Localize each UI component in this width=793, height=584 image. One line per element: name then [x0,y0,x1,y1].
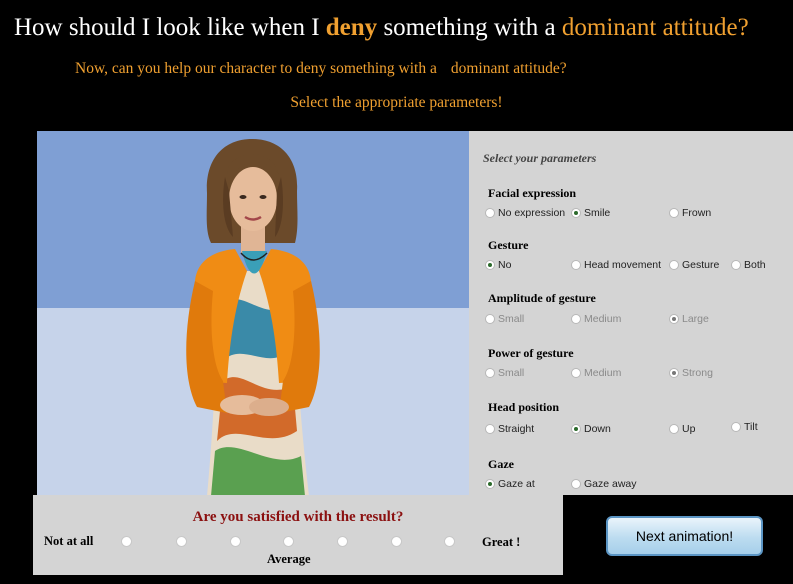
parameters-heading: Select your parameters [483,151,597,165]
radio-head-up[interactable]: Up [669,423,695,435]
title-mid: something with a [383,14,556,41]
radio-circle [731,260,741,270]
radio-amplitude-large[interactable]: Large [669,313,709,325]
radio-circle [669,314,679,324]
radio-label: Tilt [744,421,758,433]
character-viewport [37,131,469,496]
group-title-gesture: Gesture [488,238,529,252]
radio-label: Small [498,313,525,325]
radio-label: Down [584,423,611,435]
radio-label: Smile [584,207,611,219]
radio-circle [571,368,581,378]
radio-label: Straight [498,423,535,435]
radio-circle [571,208,581,218]
scale-mid-label: Average [267,552,311,566]
radio-circle [669,424,679,434]
radio-circle [731,422,741,432]
radio-label: Medium [584,313,622,325]
radio-circle [571,314,581,324]
scale-radio-6[interactable] [391,536,402,547]
subtitle-part2: dominant attitude? [450,60,567,77]
radio-circle [571,260,581,270]
radio-label: Frown [682,207,712,219]
radio-label: Medium [584,367,622,379]
scale-low-label: Not at all [44,534,94,548]
radio-label: Up [682,423,696,435]
radio-facial-frown[interactable]: Frown [669,207,711,219]
scale-radio-4[interactable] [283,536,294,547]
radio-circle [485,368,495,378]
title-prefix: How should I look like when I [14,14,320,41]
subtitle: Now, can you help our character to deny … [75,60,567,78]
radio-circle [669,368,679,378]
radio-gesture-both[interactable]: Both [731,259,766,271]
radio-circle [669,260,679,270]
scale-radio-7[interactable] [444,536,455,547]
radio-circle [485,208,495,218]
radio-gesture-gesture[interactable]: Gesture [669,259,719,271]
radio-label: Both [744,259,766,271]
subtitle-part1: Now, can you help our character to deny … [75,60,437,77]
group-title-head-position: Head position [488,400,560,414]
radio-label: Gaze at [498,478,535,490]
radio-circle [485,424,495,434]
virtual-character [186,139,320,496]
radio-label: No [498,259,512,271]
radio-circle [485,479,495,489]
group-title-facial-expression: Facial expression [488,186,577,200]
radio-facial-no-expression[interactable]: No expression [485,207,565,219]
parameters-panel: Select your parameters Facial expression… [469,131,793,495]
radio-circle [485,260,495,270]
radio-head-down[interactable]: Down [571,423,611,435]
survey-question: Are you satisfied with the result? [192,509,404,525]
radio-label: Strong [682,367,713,379]
radio-facial-smile[interactable]: Smile [571,207,610,219]
group-title-gaze: Gaze [488,457,514,471]
radio-label: Small [498,367,525,379]
radio-power-strong[interactable]: Strong [669,367,713,379]
title-attitude: dominant attitude? [561,14,749,41]
radio-label: Head movement [584,259,662,271]
group-title-amplitude: Amplitude of gesture [488,291,596,305]
radio-power-small[interactable]: Small [485,367,524,379]
next-animation-button[interactable]: Next animation! [606,516,763,556]
radio-amplitude-medium[interactable]: Medium [571,313,621,325]
radio-circle [571,479,581,489]
radio-label: Gesture [682,259,720,271]
radio-gesture-no[interactable]: No [485,259,511,271]
radio-gaze-at[interactable]: Gaze at [485,478,535,490]
radio-gaze-away[interactable]: Gaze away [571,478,637,490]
radio-head-tilt[interactable]: Tilt [731,421,758,433]
radio-circle [485,314,495,324]
satisfaction-survey: Are you satisfied with the result? Not a… [33,495,563,575]
radio-amplitude-small[interactable]: Small [485,313,524,325]
radio-label: No expression [498,207,566,219]
radio-label: Gaze away [584,478,637,490]
radio-label: Large [682,313,709,325]
title-verb: deny [325,14,378,41]
scale-radio-2[interactable] [176,536,187,547]
scale-high-label: Great ! [482,535,521,549]
radio-gesture-head-movement[interactable]: Head movement [571,259,661,271]
scale-radio-1[interactable] [121,536,132,547]
radio-circle [571,424,581,434]
page-title: How should I look like when I deny somet… [14,14,749,42]
radio-power-medium[interactable]: Medium [571,367,621,379]
scale-radio-3[interactable] [230,536,241,547]
radio-head-straight[interactable]: Straight [485,423,534,435]
instruction-text: Select the appropriate parameters! [290,94,503,111]
group-title-power: Power of gesture [488,346,574,360]
radio-circle [669,208,679,218]
scale-radio-5[interactable] [337,536,348,547]
